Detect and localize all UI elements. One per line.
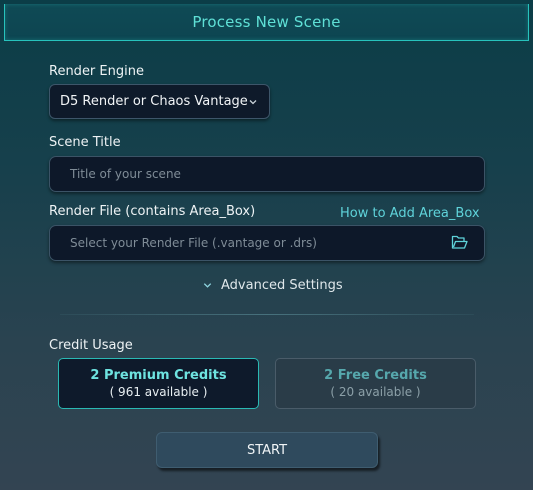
render-file-input[interactable]: Select your Render File (.vantage or .dr… xyxy=(49,225,485,261)
page-title: Process New Scene xyxy=(192,13,341,31)
free-credits-option[interactable]: 2 Free Credits ( 20 available ) xyxy=(275,358,476,409)
advanced-settings-toggle[interactable]: Advanced Settings xyxy=(202,276,343,294)
advanced-settings-label: Advanced Settings xyxy=(221,277,343,293)
scene-title-input[interactable]: Title of your scene xyxy=(49,156,485,192)
render-file-label: Render File (contains Area_Box) xyxy=(49,204,256,219)
folder-open-icon[interactable] xyxy=(451,235,468,250)
free-credits-title: 2 Free Credits xyxy=(324,368,427,383)
premium-credits-available: ( 961 available ) xyxy=(109,385,208,399)
how-to-add-area-box-link[interactable]: How to Add Area_Box xyxy=(340,206,480,221)
render-file-placeholder: Select your Render File (.vantage or .dr… xyxy=(70,236,317,250)
start-button[interactable]: START xyxy=(156,432,378,468)
premium-credits-option[interactable]: 2 Premium Credits ( 961 available ) xyxy=(58,358,259,409)
render-engine-label: Render Engine xyxy=(49,64,144,79)
chevron-down-icon xyxy=(249,100,257,105)
free-credits-available: ( 20 available ) xyxy=(330,385,421,399)
premium-credits-title: 2 Premium Credits xyxy=(90,368,227,383)
render-engine-select[interactable]: D5 Render or Chaos Vantage xyxy=(49,84,270,119)
chevron-down-icon xyxy=(203,282,212,288)
section-divider xyxy=(60,314,474,315)
scene-title-label: Scene Title xyxy=(49,135,121,150)
scene-title-placeholder: Title of your scene xyxy=(70,167,181,181)
render-engine-selected-value: D5 Render or Chaos Vantage xyxy=(60,94,248,109)
credit-usage-label: Credit Usage xyxy=(49,338,133,353)
page-header: Process New Scene xyxy=(4,4,529,41)
